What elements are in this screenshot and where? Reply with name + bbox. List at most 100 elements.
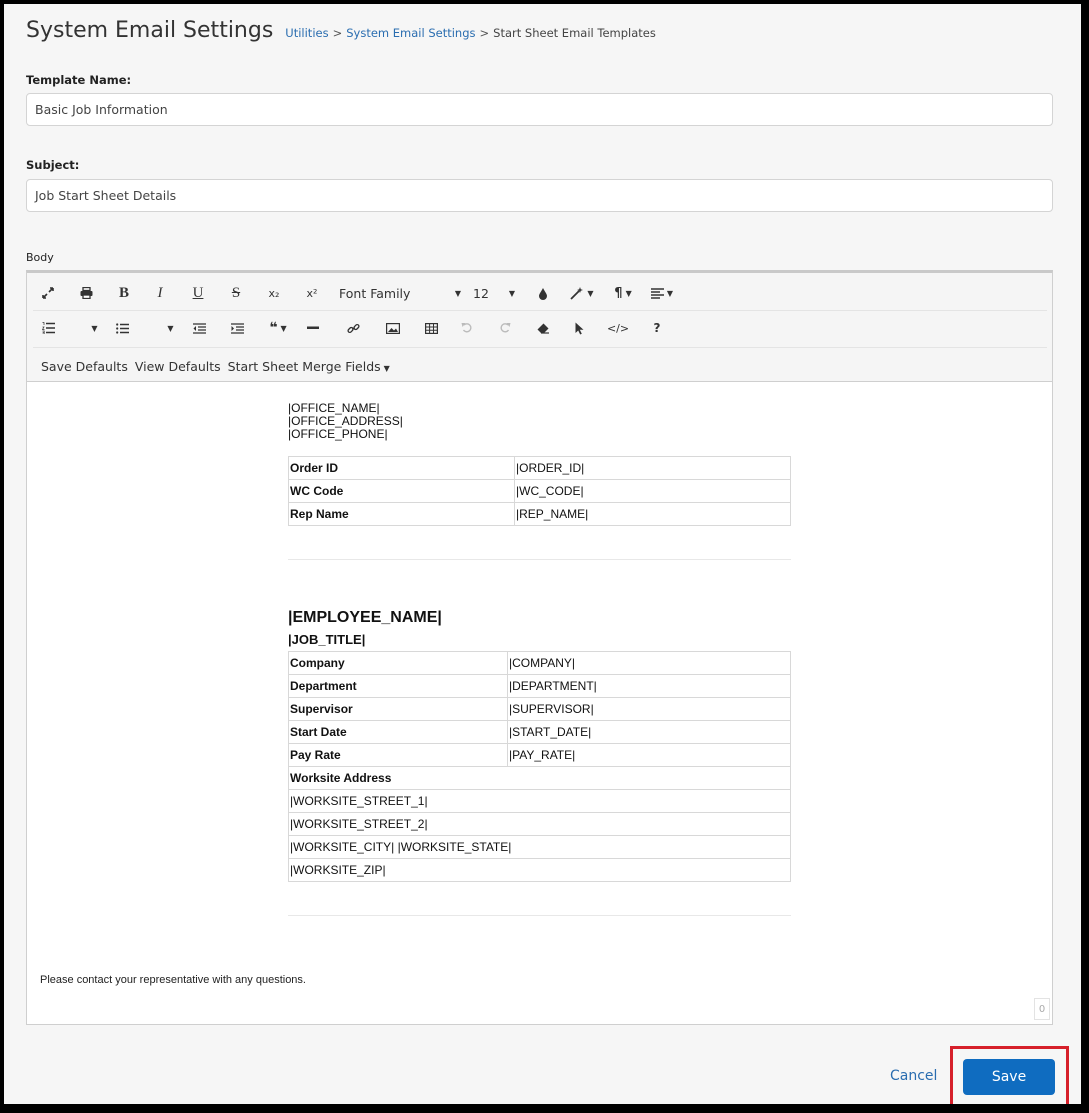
table-row: |WORKSITE_STREET_2|: [288, 812, 791, 836]
horizontal-rule-icon[interactable]: [303, 311, 323, 345]
print-icon[interactable]: [75, 276, 97, 310]
underline-button[interactable]: U: [187, 276, 209, 310]
closing-text: Please contact your representative with …: [40, 974, 306, 986]
table-cell-key: Rep Name: [288, 502, 515, 526]
table-cell-key: WC Code: [288, 479, 515, 503]
table-icon[interactable]: [421, 311, 441, 345]
undo-icon[interactable]: [457, 311, 477, 345]
outdent-icon[interactable]: [189, 311, 209, 345]
worksite-street-2-field: |WORKSITE_STREET_2|: [288, 812, 791, 836]
merge-fields-dropdown[interactable]: Start Sheet Merge Fields ▼: [228, 359, 390, 374]
table-row: Order ID |ORDER_ID|: [288, 456, 791, 480]
table-cell-value: |COMPANY|: [507, 651, 791, 675]
divider: [288, 559, 791, 560]
subject-label: Subject:: [26, 158, 80, 172]
table-row: Department |DEPARTMENT|: [288, 674, 791, 698]
worksite-city-state-field: |WORKSITE_CITY| |WORKSITE_STATE|: [288, 835, 791, 859]
cancel-button[interactable]: Cancel: [890, 1068, 937, 1084]
indent-icon[interactable]: [227, 311, 247, 345]
table-cell-value: |DEPARTMENT|: [507, 674, 791, 698]
subscript-button[interactable]: x₂: [263, 276, 285, 310]
save-defaults-button[interactable]: Save Defaults: [41, 359, 128, 374]
editor-content[interactable]: |OFFICE_NAME| |OFFICE_ADDRESS| |OFFICE_P…: [27, 382, 1052, 1022]
table-row: |WORKSITE_CITY| |WORKSITE_STATE|: [288, 835, 791, 859]
worksite-zip-field: |WORKSITE_ZIP|: [288, 858, 791, 882]
font-size-select[interactable]: 12 ▼: [473, 276, 515, 310]
table-row: Pay Rate |PAY_RATE|: [288, 743, 791, 767]
table-row: |WORKSITE_STREET_1|: [288, 789, 791, 813]
code-view-icon[interactable]: </>: [607, 311, 629, 345]
table-row: Supervisor |SUPERVISOR|: [288, 697, 791, 721]
select-pointer-icon[interactable]: [569, 311, 589, 345]
merge-fields-label: Start Sheet Merge Fields: [227, 358, 381, 374]
breadcrumb: Utilities > System Email Settings > Start Sh…: [285, 26, 656, 40]
breadcrumb-system-email-settings[interactable]: System Email Settings: [346, 26, 475, 40]
image-icon[interactable]: [383, 311, 403, 345]
body-label: Body: [26, 251, 54, 264]
breadcrumb-utilities[interactable]: Utilities: [285, 26, 328, 40]
breadcrumb-separator: >: [332, 26, 343, 40]
job-title-field: |JOB_TITLE|: [288, 632, 366, 647]
page-header: System Email Settings Utilities > System E…: [26, 18, 656, 43]
text-color-icon[interactable]: [532, 276, 554, 310]
subject-input[interactable]: Job Start Sheet Details: [26, 179, 1053, 212]
chevron-down-icon: ▼: [587, 288, 594, 298]
table-cell-key: Order ID: [288, 456, 515, 480]
table-cell-value: |ORDER_ID|: [514, 456, 791, 480]
worksite-address-header: Worksite Address: [288, 766, 791, 790]
font-family-select[interactable]: Font Family ▼: [339, 276, 461, 310]
table-cell-value: |REP_NAME|: [514, 502, 791, 526]
table-cell-value: |SUPERVISOR|: [507, 697, 791, 721]
blockquote-icon[interactable]: ❝ ▼: [263, 311, 293, 345]
bullet-list-dropdown[interactable]: ▼: [163, 311, 175, 345]
table-row: Rep Name |REP_NAME|: [288, 502, 791, 526]
table-cell-value: |PAY_RATE|: [507, 743, 791, 767]
help-button[interactable]: ?: [647, 311, 667, 345]
superscript-button[interactable]: x²: [301, 276, 323, 310]
chevron-down-icon: ▼: [383, 363, 390, 373]
italic-button[interactable]: I: [149, 276, 171, 310]
order-info-table: Order ID |ORDER_ID| WC Code |WC_CODE| Rep …: [288, 456, 791, 526]
magic-wand-icon[interactable]: ▼: [567, 276, 597, 310]
editor-toolbar: B I U S x₂ x² Font Family ▼ 12 ▼ ▼ ¶ ▼ ▼…: [27, 273, 1052, 382]
breadcrumb-current: Start Sheet Email Templates: [493, 26, 656, 40]
bullet-list-icon[interactable]: [113, 311, 131, 345]
chevron-down-icon: ▼: [280, 323, 287, 333]
chevron-down-icon: ▼: [454, 288, 461, 298]
table-cell-key: Pay Rate: [288, 743, 508, 767]
redo-icon[interactable]: [495, 311, 515, 345]
view-defaults-button[interactable]: View Defaults: [135, 359, 221, 374]
table-cell-value: |START_DATE|: [507, 720, 791, 744]
worksite-street-1-field: |WORKSITE_STREET_1|: [288, 789, 791, 813]
breadcrumb-separator: >: [479, 26, 490, 40]
bold-button[interactable]: B: [113, 276, 135, 310]
fullscreen-icon[interactable]: [37, 276, 59, 310]
page-title: System Email Settings: [26, 18, 274, 43]
template-name-input[interactable]: Basic Job Information: [26, 93, 1053, 126]
table-cell-key: Company: [288, 651, 508, 675]
toolbar-row-insert: ▼ ▼ ❝ ▼ </> ?: [27, 311, 1047, 345]
employee-name-field: |EMPLOYEE_NAME|: [288, 609, 442, 626]
link-icon[interactable]: [343, 311, 363, 345]
chevron-down-icon: ▼: [91, 323, 98, 333]
table-row: WC Code |WC_CODE|: [288, 479, 791, 503]
ordered-list-icon[interactable]: [39, 311, 57, 345]
table-cell-value: |WC_CODE|: [514, 479, 791, 503]
chevron-down-icon: ▼: [167, 323, 174, 333]
email-body-document: |OFFICE_NAME| |OFFICE_ADDRESS| |OFFICE_P…: [288, 402, 793, 916]
align-icon[interactable]: ▼: [647, 276, 677, 310]
table-row: Start Date |START_DATE|: [288, 720, 791, 744]
table-row: Worksite Address: [288, 766, 791, 790]
ordered-list-dropdown[interactable]: ▼: [87, 311, 99, 345]
toolbar-divider: [33, 347, 1047, 348]
table-row: Company |COMPANY|: [288, 651, 791, 675]
chevron-down-icon: ▼: [508, 288, 515, 298]
app-window: System Email Settings Utilities > System E…: [4, 4, 1081, 1104]
strikethrough-button[interactable]: S: [225, 276, 247, 310]
toolbar-row-defaults: Save Defaults View Defaults Start Sheet …: [41, 349, 397, 383]
save-button[interactable]: Save: [963, 1059, 1055, 1095]
paragraph-icon[interactable]: ¶ ▼: [609, 276, 637, 310]
eraser-icon[interactable]: [533, 311, 553, 345]
toolbar-row-formatting: B I U S x₂ x² Font Family ▼ 12 ▼ ▼ ¶ ▼ ▼: [27, 276, 1047, 310]
table-cell-key: Start Date: [288, 720, 508, 744]
